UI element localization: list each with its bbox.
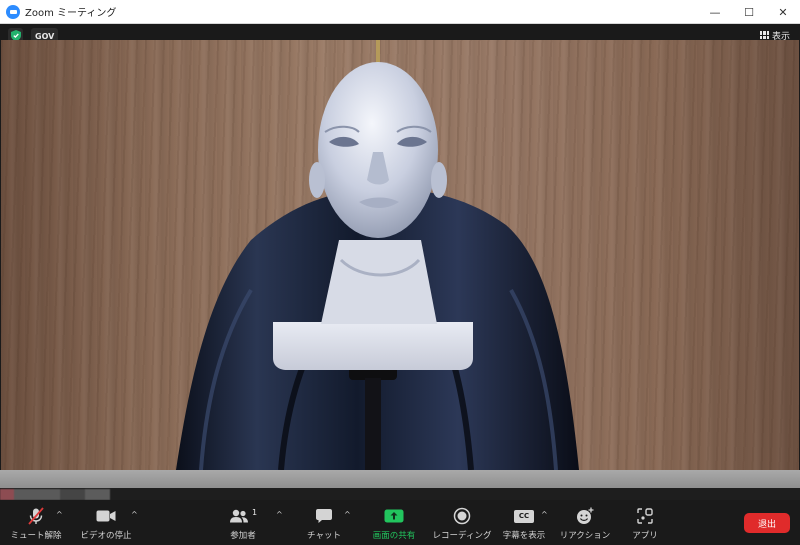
reactions-label: リアクション (559, 531, 611, 541)
zoom-logo-icon (6, 4, 20, 19)
reactions-button[interactable]: リアクション (559, 506, 611, 542)
closed-captions-icon: CC (514, 506, 534, 526)
recording-button[interactable]: レコーディング (433, 506, 491, 542)
leave-meeting-button[interactable]: 退出 (744, 513, 790, 533)
video-scene (176, 40, 579, 470)
captions-options-caret[interactable]: ^ (541, 510, 548, 519)
participants-options-caret[interactable]: ^ (276, 510, 283, 519)
show-captions-label: 字幕を表示 (502, 531, 546, 541)
mannequin-head (318, 62, 438, 238)
captions-badge: CC (514, 509, 534, 523)
chat-button[interactable]: チャット (306, 506, 342, 542)
stop-video-button[interactable]: ビデオの停止 (78, 506, 134, 542)
stand-pole (376, 40, 380, 64)
close-button[interactable]: ✕ (766, 0, 800, 24)
participants-icon: 1 (229, 506, 257, 526)
apps-label: アプリ (632, 531, 658, 541)
video-feed (1, 40, 799, 470)
chat-bubble-icon (315, 506, 333, 526)
apps-button[interactable]: アプリ (628, 506, 662, 542)
audio-options-caret[interactable]: ^ (56, 510, 63, 519)
window-controls: — ☐ ✕ (698, 0, 800, 24)
share-screen-label: 画面の共有 (372, 531, 416, 541)
smiley-reaction-icon (575, 506, 595, 526)
participants-count: 1 (251, 507, 258, 517)
meeting-toolbar: ミュート解除 ^ ビデオの停止 ^ 1 参加者 ^ チャット ^ 画面の共有 レ… (0, 500, 800, 545)
mannequin-shoulders (273, 322, 473, 370)
unmute-button[interactable]: ミュート解除 (10, 506, 62, 542)
apps-icon (637, 506, 653, 526)
title-bar: Zoom ミーティング — ☐ ✕ (0, 0, 800, 24)
record-icon (453, 506, 471, 526)
chat-options-caret[interactable]: ^ (344, 510, 351, 519)
meeting-top-strip (0, 24, 800, 40)
maximize-button[interactable]: ☐ (732, 0, 766, 24)
share-screen-button[interactable]: 画面の共有 (368, 506, 420, 542)
participants-label: 参加者 (230, 531, 256, 541)
unmute-label: ミュート解除 (10, 531, 62, 541)
muted-microphone-icon (27, 506, 45, 526)
chat-label: チャット (307, 531, 341, 541)
video-lower-band (0, 470, 800, 488)
video-options-caret[interactable]: ^ (131, 510, 138, 519)
share-screen-icon (384, 506, 404, 526)
stop-video-label: ビデオの停止 (80, 531, 132, 541)
recording-label: レコーディング (432, 531, 492, 541)
participant-name-redacted (0, 489, 110, 500)
participants-button[interactable]: 1 参加者 (224, 506, 262, 542)
window-title: Zoom ミーティング (25, 8, 117, 19)
grid-view-icon (759, 31, 769, 39)
participant-name-strip (0, 488, 800, 500)
minimize-button[interactable]: — (698, 0, 732, 24)
video-camera-icon (96, 506, 116, 526)
